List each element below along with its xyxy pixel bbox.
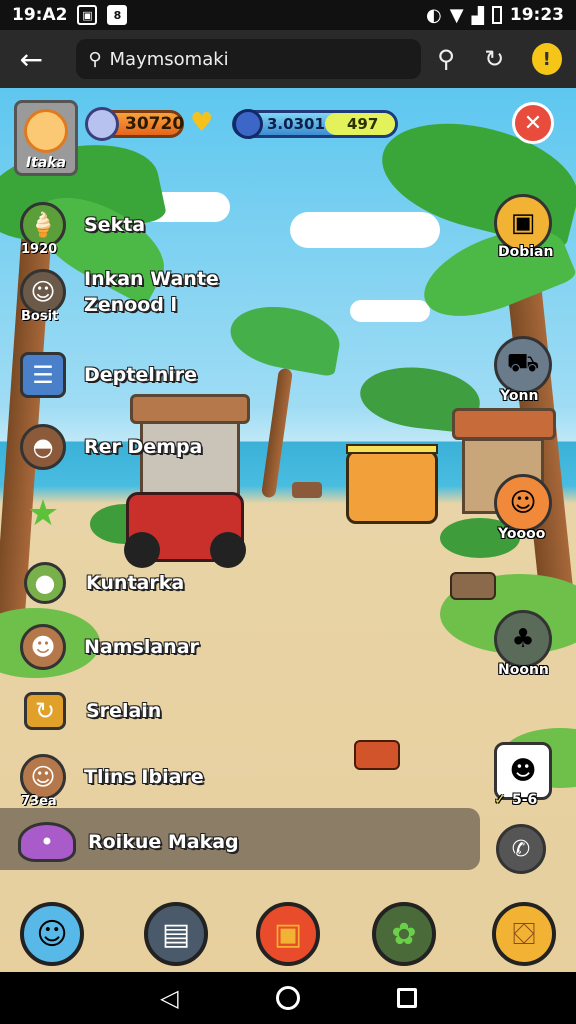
menu-label: Namslanar: [84, 636, 199, 658]
signal-icon: ▟: [471, 5, 484, 25]
status-time-right: 19:23: [509, 5, 564, 25]
menu-badge: 1920: [21, 242, 58, 257]
menu-label: Deptelnire: [84, 364, 198, 386]
gem-secondary-value: 497: [325, 113, 395, 135]
menu-item-star[interactable]: ★: [20, 490, 66, 536]
heart-icon[interactable]: ♥: [190, 108, 213, 138]
ball-icon: ●: [24, 562, 66, 604]
coin-value: 30720: [125, 114, 185, 134]
right-button-label: Yoooo: [498, 526, 546, 542]
right-button-label: Noonn: [498, 662, 549, 678]
player-name: Itaka: [25, 155, 67, 171]
cart-roof: [346, 444, 438, 454]
palm-tree-trunk: [261, 367, 293, 499]
game-scene: Itaka 30720 ♥ 3.0301 497 ✕ 🍦 1920 Sekta …: [0, 88, 576, 972]
status-bar: 19:A2 ▣ 8 ◐ ▼ ▟ 19:23: [0, 0, 576, 30]
menu-label: Roikue Makag: [88, 831, 239, 853]
coin-counter[interactable]: 30720: [85, 107, 185, 141]
menu-item-sekta[interactable]: 🍦 1920 Sekta: [20, 202, 146, 257]
star-icon: ★: [26, 492, 60, 534]
gem-counter[interactable]: 3.0301 497: [232, 109, 398, 139]
treasure-chest[interactable]: [354, 740, 400, 770]
back-arrow-icon[interactable]: ←: [14, 41, 48, 77]
sync-icon: ◐: [426, 4, 442, 26]
app-bar: ← ⚲ Maymsomaki ⚲ ↻ !: [0, 30, 576, 88]
nav-back-icon[interactable]: ◁: [149, 978, 189, 1018]
gem-icon: [233, 109, 263, 139]
system-nav-bar: ◁: [0, 972, 576, 1024]
menu-badge: Bosit: [21, 309, 59, 324]
rotate-box-icon: ↻: [24, 692, 66, 730]
mascot-icon[interactable]: ☺: [20, 902, 84, 966]
food-bowl-icon: ◓: [20, 424, 66, 470]
yellow-cart-vehicle[interactable]: [346, 450, 438, 524]
menu-item-kuntarka[interactable]: ● Kuntarka: [24, 562, 184, 604]
phone-icon[interactable]: ✆: [496, 824, 546, 874]
gear-icon[interactable]: ✿: [372, 902, 436, 966]
hut-roof: [130, 394, 250, 424]
crate: [292, 482, 322, 498]
menu-label: Tlins Ibiare: [84, 766, 204, 788]
boy-character-icon: ☺ 73ea: [20, 754, 66, 809]
crate-red-icon[interactable]: ▣: [256, 902, 320, 966]
menu-item-srelain[interactable]: ↻ Srelain: [24, 692, 161, 730]
stump: [450, 572, 496, 600]
notebook-icon: ☰: [20, 352, 66, 398]
notification-icon: ▣: [77, 5, 98, 25]
right-button-label: 5-6: [512, 792, 538, 808]
cloud: [290, 212, 440, 248]
inventory-box-icon[interactable]: ▤: [144, 902, 208, 966]
message-icon: 8: [107, 5, 128, 25]
slime-icon: •: [18, 822, 76, 862]
villager-icon: ☺ Bosit: [20, 269, 66, 324]
menu-item-rer-dempa[interactable]: ◓ Rer Dempa: [20, 424, 202, 470]
player-avatar[interactable]: Itaka: [14, 100, 78, 176]
battery-icon: [491, 6, 502, 24]
info-button[interactable]: !: [531, 43, 563, 75]
menu-item-tlins-ibiare[interactable]: ☺ 73ea Tlins Ibiare: [20, 754, 204, 809]
menu-badge: 73ea: [21, 794, 57, 809]
search-icon: ⚲: [88, 48, 102, 70]
menu-label: Sekta: [84, 214, 146, 236]
wifi-icon: ▼: [449, 4, 464, 26]
wheel: [210, 532, 246, 568]
hut-roof: [452, 408, 556, 440]
menu-label: Srelain: [86, 700, 162, 722]
menu-label: Inkan Wante: [84, 268, 219, 290]
right-button-label: Yonn: [500, 388, 539, 404]
menu-item-villager[interactable]: ☺ Bosit Inkan Wante Zenood l: [20, 268, 219, 324]
girl-character-icon: ☻: [20, 624, 66, 670]
status-time-left: 19:A2: [12, 5, 68, 25]
menu-label-secondary: Zenood l: [84, 294, 178, 316]
menu-label: Rer Dempa: [84, 436, 203, 458]
builder-icon[interactable]: ☺: [494, 474, 552, 532]
right-button-label: Dobian: [498, 244, 554, 260]
search-text: Maymsomaki: [109, 48, 229, 70]
basket-icon[interactable]: ⛋: [492, 902, 556, 966]
menu-item-namslanar[interactable]: ☻ Namslanar: [20, 624, 199, 670]
refresh-icon[interactable]: ↻: [477, 41, 511, 77]
gem-value: 3.0301: [267, 115, 325, 133]
ice-cream-icon: 🍦 1920: [20, 202, 66, 257]
nav-home-icon[interactable]: [268, 978, 308, 1018]
nav-recents-icon[interactable]: [387, 978, 427, 1018]
tree-icon[interactable]: ♣: [494, 610, 552, 668]
avatar-face: [24, 109, 68, 153]
menu-label: Kuntarka: [86, 572, 185, 594]
right-button-prefix: ✓: [494, 792, 506, 808]
cloud: [350, 300, 430, 322]
palm-leaves: [225, 298, 345, 378]
cart-icon[interactable]: ⛟: [494, 336, 552, 394]
game-screen: 19:A2 ▣ 8 ◐ ▼ ▟ 19:23 ← ⚲ Maymsomaki ⚲ ↻…: [0, 0, 576, 1024]
menu-item-roikue-makag[interactable]: • Roikue Makag: [18, 822, 239, 862]
menu-item-deptelnire[interactable]: ☰ Deptelnire: [20, 352, 197, 398]
close-button[interactable]: ✕: [512, 102, 554, 144]
search-icon[interactable]: ⚲: [429, 41, 463, 77]
search-input[interactable]: ⚲ Maymsomaki: [76, 39, 421, 79]
coin-icon: [85, 107, 119, 141]
